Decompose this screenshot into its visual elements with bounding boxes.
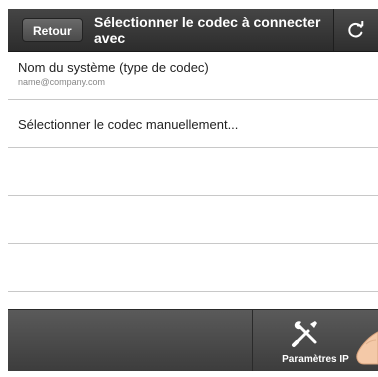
list-item-system[interactable]: Nom du système (type de codec) name@comp…	[8, 52, 378, 100]
empty-row	[8, 244, 378, 292]
pointer-finger-icon	[356, 331, 378, 365]
list-item-title: Sélectionner le codec manuellement...	[18, 117, 239, 132]
list-item-manual[interactable]: Sélectionner le codec manuellement...	[8, 100, 378, 148]
app-frame: Retour Sélectionner le codec à connecter…	[0, 0, 378, 377]
codec-list: Nom du système (type de codec) name@comp…	[8, 52, 378, 292]
footer-empty-area	[8, 310, 253, 371]
empty-row	[8, 148, 378, 196]
page-title: Sélectionner le codec à connecter avec	[94, 14, 321, 46]
refresh-button[interactable]	[333, 9, 378, 51]
codec-select-screen: Retour Sélectionner le codec à connecter…	[8, 9, 378, 371]
tools-icon	[292, 321, 317, 347]
list-item-subtitle: name@company.com	[18, 77, 106, 87]
back-button[interactable]: Retour	[22, 18, 83, 42]
empty-row	[8, 196, 378, 244]
header-bar: Retour Sélectionner le codec à connecter…	[8, 9, 378, 52]
footer-bar: Paramètres IP	[8, 309, 378, 371]
refresh-icon	[348, 21, 364, 38]
list-item-title: Nom du système (type de codec)	[18, 60, 209, 75]
back-button-label: Retour	[33, 24, 72, 38]
